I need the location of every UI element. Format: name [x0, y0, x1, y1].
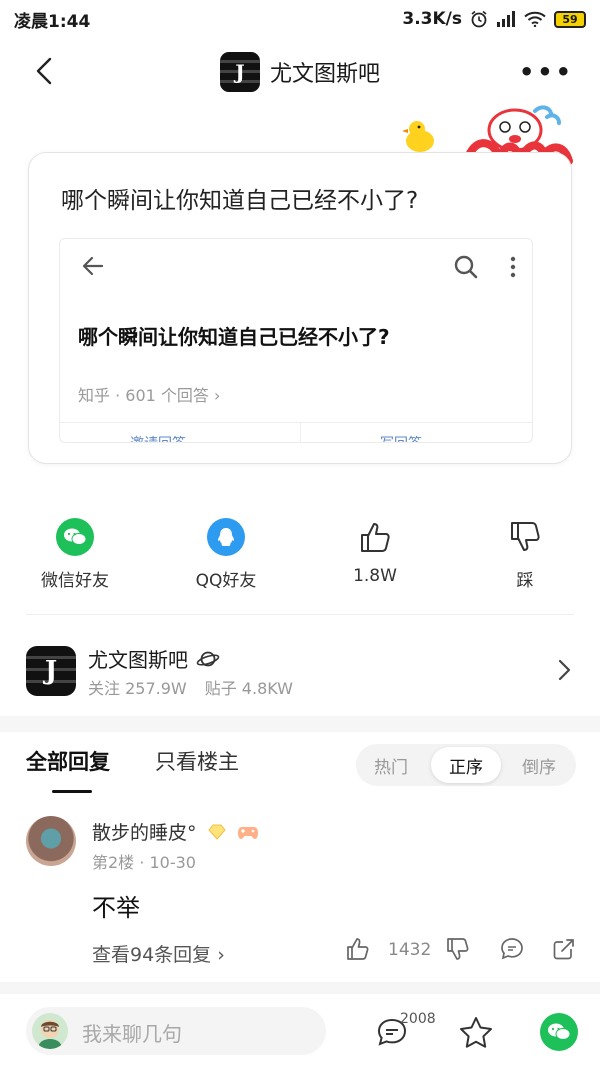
more-options-button[interactable]: •••	[519, 58, 574, 86]
embedded-search-icon	[454, 255, 478, 279]
comment-floor: 第2楼	[92, 853, 135, 872]
user-avatar	[32, 1013, 68, 1049]
wifi-icon	[524, 11, 546, 27]
embedded-write-label: 写回答	[380, 433, 422, 442]
share-row: 微信好友 QQ好友 1.8W 踩	[0, 518, 600, 598]
comment-item: 散步的睡皮° 第2楼 · 10-30 不举 查看94条回复 › 1432	[0, 812, 600, 982]
comment-user-row: 散步的睡皮°	[92, 818, 259, 845]
sort-desc-option[interactable]: 倒序	[504, 744, 574, 786]
tab-all-replies[interactable]: 全部回复	[26, 746, 110, 776]
bottom-gap	[0, 982, 600, 994]
share-wechat-button[interactable]: 微信好友	[10, 518, 140, 591]
section-gap	[0, 716, 600, 732]
forum-info-row[interactable]: J 尤文图斯吧 关注 257.9W 贴子 4.8KW	[0, 632, 600, 712]
back-icon[interactable]	[28, 54, 62, 88]
forum-logo-large: J	[26, 646, 76, 696]
dislike-label: 踩	[516, 571, 534, 591]
reply-tabs: 全部回复 只看楼主 热门 正序 倒序	[0, 736, 600, 796]
reply-input[interactable]: 我来聊几句	[26, 1007, 326, 1055]
comment-text: 不举	[92, 894, 140, 922]
qq-icon	[207, 518, 245, 556]
status-bar: 凌晨1:44 3.3K/s 59	[0, 0, 600, 38]
forum-posts: 贴子 4.8KW	[204, 679, 293, 698]
chevron-right-icon[interactable]	[554, 658, 574, 682]
forum-name: 尤文图斯吧	[88, 648, 188, 672]
like-count: 1.8W	[353, 566, 397, 586]
comment-meta: 第2楼 · 10-30	[92, 853, 196, 872]
comment-like-count: 1432	[388, 940, 432, 960]
reply-placeholder: 我来聊几句	[82, 1022, 182, 1046]
like-button[interactable]: 1.8W	[310, 518, 440, 586]
comment-username[interactable]: 散步的睡皮°	[92, 818, 197, 845]
sort-asc-option[interactable]: 正序	[431, 747, 501, 783]
gamepad-badge-icon	[237, 826, 258, 839]
page-title: 尤文图斯吧	[269, 62, 380, 87]
battery-indicator: 59	[554, 10, 586, 28]
divider	[26, 614, 574, 615]
thumbs-down-icon	[506, 518, 544, 556]
embedded-screenshot[interactable]: 哪个瞬间让你知道自己已经不小了? 知乎 · 601 个回答 › 邀请回答 写回答	[59, 238, 533, 443]
tab-op-only[interactable]: 只看楼主	[155, 746, 239, 776]
avatar[interactable]	[26, 816, 76, 866]
dislike-button[interactable]: 踩	[460, 518, 590, 591]
planet-badge-icon	[196, 651, 220, 666]
view-replies-link[interactable]: 查看94条回复 ›	[92, 940, 225, 967]
forum-followers: 关注 257.9W	[88, 679, 187, 698]
active-tab-indicator	[52, 790, 92, 793]
sort-hot-option[interactable]: 热门	[356, 744, 426, 786]
forum-logo: J	[219, 52, 260, 92]
star-icon[interactable]	[458, 1015, 494, 1051]
bottom-bar: 我来聊几句 2008	[0, 995, 600, 1067]
share-qq-label: QQ好友	[195, 571, 257, 591]
comment-dislike-icon[interactable]	[445, 936, 471, 962]
comment-actions: 1432	[345, 936, 580, 966]
top-nav: J 尤文图斯吧 •••	[0, 40, 600, 104]
nav-title-group[interactable]: J 尤文图斯吧	[219, 52, 380, 92]
sort-toggle: 热门 正序 倒序	[356, 744, 576, 786]
wechat-share-icon[interactable]	[540, 1013, 578, 1051]
forum-stats: 关注 257.9W 贴子 4.8KW	[88, 675, 293, 699]
embedded-meta: 知乎 · 601 个回答 ›	[78, 386, 221, 405]
comment-date: 10-30	[149, 853, 196, 872]
wechat-icon	[56, 518, 94, 556]
embedded-more-icon	[510, 256, 516, 278]
diamond-badge-icon	[207, 824, 226, 840]
thumbs-up-icon	[356, 518, 394, 556]
status-time: 凌晨1:44	[14, 11, 91, 32]
share-wechat-label: 微信好友	[41, 571, 109, 591]
post-card[interactable]: 哪个瞬间让你知道自己已经不小了? 哪个瞬间让你知道自己已经不小了? 知乎 · 6…	[28, 152, 572, 464]
comment-reply-icon[interactable]	[499, 936, 525, 962]
forum-name-group: 尤文图斯吧	[88, 644, 220, 673]
signal-icon	[497, 11, 515, 27]
embedded-question: 哪个瞬间让你知道自己已经不小了?	[78, 325, 390, 349]
status-indicators: 3.3K/s 59	[402, 9, 586, 29]
embedded-action-bar: 邀请回答 写回答	[60, 422, 532, 442]
share-qq-button[interactable]: QQ好友	[161, 518, 291, 591]
alarm-icon	[471, 10, 487, 28]
embedded-back-icon	[82, 256, 104, 276]
comment-like-icon[interactable]	[345, 936, 371, 962]
embedded-invite-label: 邀请回答	[130, 433, 186, 442]
comments-count: 2008	[400, 1011, 436, 1027]
post-title: 哪个瞬间让你知道自己已经不小了?	[61, 188, 419, 214]
network-speed: 3.3K/s	[402, 9, 462, 29]
comment-share-icon[interactable]	[551, 936, 577, 962]
